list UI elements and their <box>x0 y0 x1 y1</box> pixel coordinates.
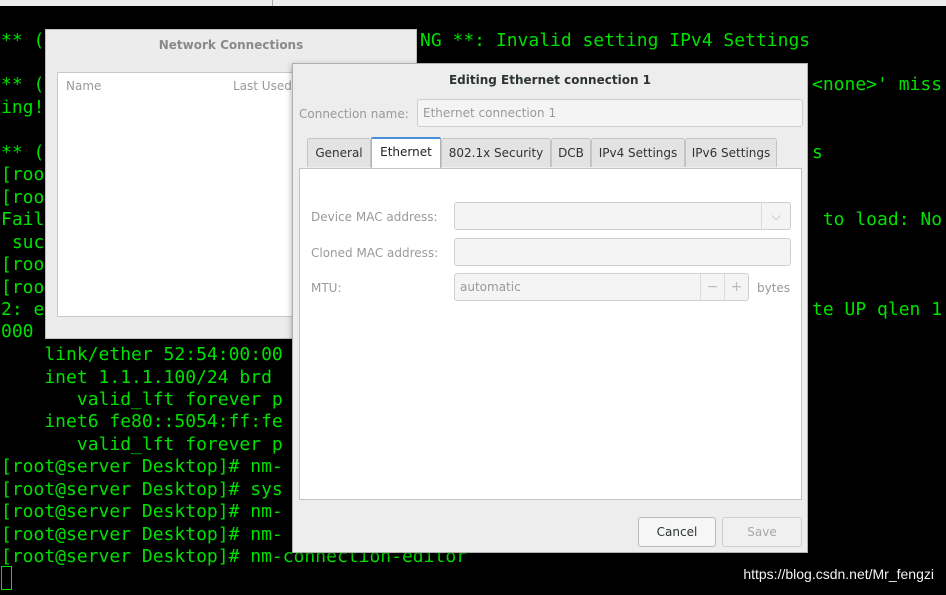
mtu-stepper[interactable]: automatic − + <box>454 273 749 301</box>
cloned-mac-input[interactable] <box>454 238 791 266</box>
terminal-line: link/ether 52:54:00:00 <box>1 344 283 365</box>
terminal-line-fragment: te UP qlen 1 <box>812 299 943 320</box>
terminal-line: [root@server Desktop]# nm- <box>1 501 283 522</box>
connections-list[interactable]: Name Last Used <box>57 72 303 317</box>
save-button[interactable]: Save <box>722 517 802 547</box>
tab-ethernet[interactable]: Ethernet <box>371 137 441 168</box>
chevron-down-icon[interactable]: ⌵ <box>761 203 790 229</box>
minus-icon[interactable]: − <box>700 274 724 300</box>
terminal-line-fragment: s <box>812 142 823 163</box>
mtu-value: automatic <box>460 280 521 294</box>
mtu-label: MTU: <box>311 281 342 295</box>
terminal-line: [roo <box>1 254 45 275</box>
ethernet-settings-panel: Device MAC address: ⌵ Cloned MAC address… <box>299 168 802 500</box>
tab-general[interactable]: General <box>307 138 371 167</box>
tab-8021x-security[interactable]: 802.1x Security <box>441 138 551 167</box>
terminal-cursor <box>1 566 12 590</box>
window-title: Network Connections <box>158 38 304 52</box>
terminal-line: 2: e <box>1 299 45 320</box>
device-mac-label: Device MAC address: <box>311 210 438 224</box>
plus-icon[interactable]: + <box>724 274 748 300</box>
terminal-line-fragment: <none>' miss <box>812 74 943 95</box>
mtu-unit: bytes <box>757 281 791 295</box>
terminal-line: [root@server Desktop]# nm- <box>1 524 283 545</box>
terminal-line: 000 <box>1 321 45 342</box>
terminal-line: [roo <box>1 187 45 208</box>
terminal-line: valid_lft forever p <box>1 389 283 410</box>
terminal-line: [root@server Desktop]# nm- <box>1 456 283 477</box>
terminal-line: Fail <box>1 209 45 230</box>
dialog-title: Editing Ethernet connection 1 <box>448 73 652 87</box>
column-header-name[interactable]: Name <box>66 79 101 93</box>
tab-ipv4-settings[interactable]: IPv4 Settings <box>591 138 685 167</box>
cloned-mac-label: Cloned MAC address: <box>311 246 439 260</box>
terminal-line: ** ( <box>1 30 45 51</box>
terminal-line-fragment: to load: No <box>812 209 943 230</box>
connection-name-input[interactable]: Ethernet connection 1 <box>417 99 803 127</box>
column-header-last-used[interactable]: Last Used <box>233 79 292 93</box>
terminal-line: inet 1.1.1.100/24 brd <box>1 367 283 388</box>
terminal-line: [root@server Desktop]# sys <box>1 479 283 500</box>
tab-ipv6-settings[interactable]: IPv6 Settings <box>685 138 777 167</box>
terminal-line: inet6 fe80::5054:ff:fe <box>1 411 283 432</box>
terminal-line: [roo <box>1 277 45 298</box>
terminal-line-fragment: NG **: Invalid setting IPv4 Settings <box>420 30 811 51</box>
terminal-line: [roo <box>1 164 45 185</box>
editing-connection-dialog[interactable]: Editing Ethernet connection 1 Connection… <box>292 63 808 553</box>
tab-dcb[interactable]: DCB <box>551 138 591 167</box>
watermark: https://blog.csdn.net/Mr_fengzi <box>743 566 934 582</box>
terminal-line: valid_lft forever p <box>1 434 283 455</box>
terminal-line: ing! <box>1 97 45 118</box>
terminal-line: suc <box>1 232 45 253</box>
terminal-line: ** ( <box>1 142 45 163</box>
connection-name-label: Connection name: <box>299 107 409 121</box>
terminal-line: ** ( <box>1 74 45 95</box>
cancel-button[interactable]: Cancel <box>638 517 716 547</box>
device-mac-combo[interactable]: ⌵ <box>454 202 791 230</box>
mtu-stepper-buttons: − + <box>700 274 748 300</box>
